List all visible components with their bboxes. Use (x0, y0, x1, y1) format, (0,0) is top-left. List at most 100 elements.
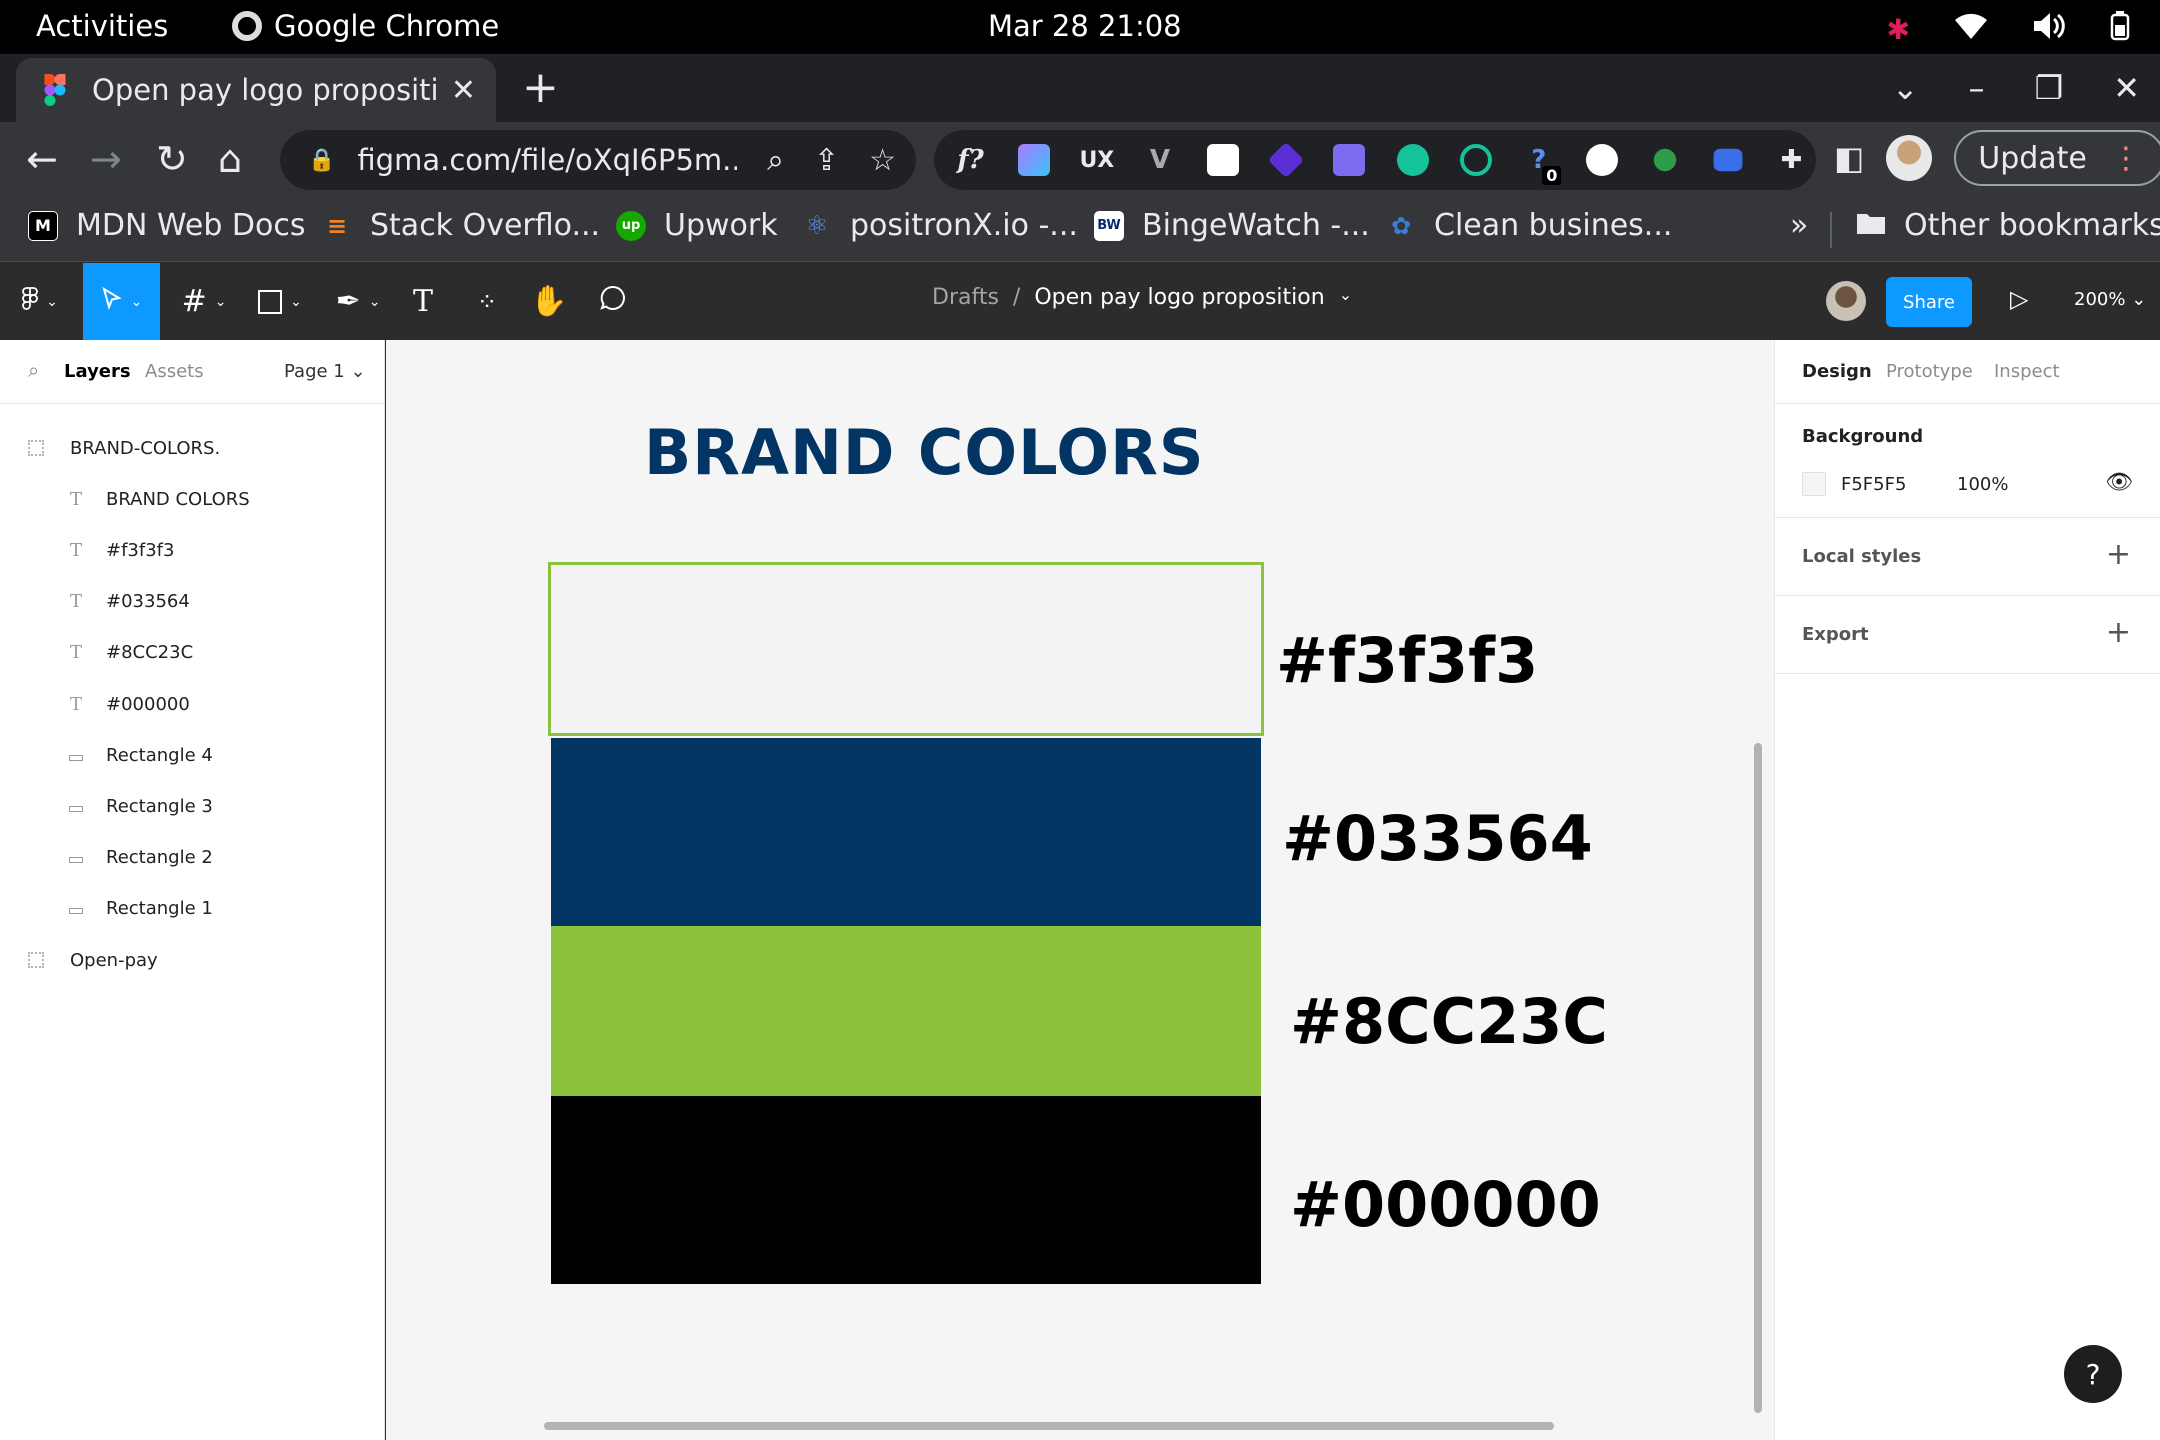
layer-row[interactable]: Rectangle 4 (66, 735, 213, 775)
app-menu[interactable]: Google Chrome (232, 9, 499, 43)
layer-row[interactable]: T #000000 (66, 684, 190, 724)
share-icon[interactable]: ⇪ (814, 143, 839, 178)
color-hex-label[interactable]: #000000 (1290, 1168, 1601, 1241)
vue-devtools-icon[interactable]: V (1135, 135, 1184, 185)
minimize-icon[interactable]: – (1969, 62, 1985, 114)
window-close-icon[interactable]: ✕ (2113, 62, 2140, 114)
maximize-icon[interactable]: ❐ (2035, 62, 2064, 114)
fonts-ninja-extension-icon[interactable]: f? (946, 135, 995, 185)
tab-close-icon[interactable]: ✕ (451, 73, 476, 108)
question-extension-icon[interactable]: ? 0 (1514, 135, 1563, 185)
home-icon[interactable]: ⌂ (218, 134, 242, 184)
bookmark-star-icon[interactable]: ☆ (869, 143, 896, 178)
background-color-swatch[interactable] (1802, 472, 1826, 496)
back-arrow-icon[interactable]: ← (26, 134, 58, 184)
move-tool[interactable]: ⌄ (83, 263, 160, 340)
screen-capture-extension-icon[interactable] (1704, 135, 1753, 185)
page-selector[interactable]: Page 1 ⌄ (284, 361, 366, 382)
shape-tool[interactable]: ⌄ (244, 263, 316, 340)
text-tool[interactable]: T (398, 263, 448, 340)
layer-row[interactable]: BRAND-COLORS. (28, 428, 220, 468)
bookmark-positronx[interactable]: ⚛ positronX.io -... (802, 208, 1078, 243)
color-hex-label[interactable]: #8CC23C (1290, 985, 1608, 1058)
side-panel-icon[interactable]: ◧ (1834, 139, 1864, 177)
grammarly-icon[interactable] (1388, 135, 1437, 185)
help-button[interactable]: ? (2064, 1345, 2122, 1403)
frog-extension-icon[interactable] (1641, 135, 1690, 185)
tab-layers[interactable]: Layers (64, 361, 131, 382)
bookmark-clean-business[interactable]: ✿ Clean busines... (1386, 208, 1672, 243)
address-bar[interactable]: 🔒 figma.com/file/oXqI6P5m... ⌕ ⇪ ☆ (280, 130, 916, 190)
share-button[interactable]: Share (1886, 277, 1972, 327)
paper-plane-extension-icon[interactable] (1199, 135, 1248, 185)
layer-row[interactable]: Open-pay (28, 940, 158, 980)
frame-tool[interactable]: # ⌄ (168, 263, 240, 340)
breadcrumb-drafts[interactable]: Drafts (932, 285, 999, 310)
tab-design[interactable]: Design (1802, 361, 1872, 382)
other-bookmarks[interactable]: Other bookmarks (1856, 208, 2160, 243)
color-swatch-rect[interactable] (551, 1096, 1261, 1284)
canvas[interactable]: BRAND COLORS #f3f3f3 #033564 #8CC23C #00000… (386, 340, 1774, 1440)
pen-tool[interactable]: ✒ ⌄ (322, 263, 394, 340)
forward-arrow-icon[interactable]: → (90, 134, 122, 184)
browser-tab[interactable]: Open pay logo propositio ✕ (16, 58, 496, 122)
zoom-level[interactable]: 200% ⌄ (2074, 289, 2146, 310)
update-button[interactable]: Update ⋮ (1954, 130, 2160, 186)
color-swatch-rect[interactable] (551, 738, 1261, 928)
chevron-down-icon[interactable]: ⌄ (1339, 285, 1352, 310)
tab-inspect[interactable]: Inspect (1994, 361, 2060, 382)
tab-assets[interactable]: Assets (145, 361, 204, 382)
brand-colors-title[interactable]: BRAND COLORS (644, 416, 1205, 489)
activities-button[interactable]: Activities (36, 9, 168, 43)
bookmark-bingewatch[interactable]: BW BingeWatch -... (1094, 208, 1370, 243)
tab-prototype[interactable]: Prototype (1886, 361, 1973, 382)
slack-icon[interactable]: ✱ (1887, 13, 1910, 46)
clock[interactable]: Mar 28 21:08 (988, 9, 1182, 43)
layer-row[interactable]: T #033564 (66, 582, 190, 622)
search-icon[interactable]: ⌕ (28, 358, 39, 382)
layer-row[interactable]: T #f3f3f3 (66, 530, 174, 570)
user-avatar[interactable] (1826, 281, 1866, 321)
present-play-icon[interactable]: ▷ (2010, 285, 2028, 313)
ux-extension-icon[interactable]: UX (1072, 135, 1121, 185)
reload-icon[interactable]: ↻ (156, 134, 188, 184)
comment-tool[interactable] (588, 263, 638, 340)
add-export-icon[interactable]: + (2106, 618, 2131, 648)
bookmark-stackoverflow[interactable]: ≡ Stack Overflo... (322, 208, 600, 243)
lock-icon[interactable]: 🔒 (308, 148, 335, 173)
color-swatch-rect[interactable] (548, 562, 1264, 736)
background-hex[interactable]: F5F5F5 (1841, 474, 1906, 495)
new-tab-icon[interactable]: + (522, 62, 559, 114)
layer-row[interactable]: Rectangle 1 (66, 889, 213, 929)
background-opacity[interactable]: 100% (1957, 474, 2008, 495)
volume-icon[interactable] (2032, 11, 2066, 48)
add-local-style-icon[interactable]: + (2106, 540, 2131, 570)
grid-extension-icon[interactable] (1009, 135, 1058, 185)
profile-avatar[interactable] (1886, 135, 1933, 181)
vertical-scrollbar[interactable] (1754, 743, 1762, 1413)
wifi-icon[interactable] (1954, 12, 1988, 47)
horizontal-scrollbar[interactable] (544, 1422, 1554, 1430)
layer-row[interactable]: Rectangle 3 (66, 786, 213, 826)
eye-icon[interactable]: 👁 (2105, 470, 2133, 495)
loop-extension-icon[interactable] (1451, 135, 1500, 185)
bookmark-mdn[interactable]: M MDN Web Docs (28, 208, 305, 243)
zoom-search-icon[interactable]: ⌕ (767, 143, 784, 178)
layers-extension-icon[interactable] (1262, 135, 1311, 185)
color-swatch-rect[interactable] (551, 926, 1261, 1096)
layer-row[interactable]: T #8CC23C (66, 633, 193, 673)
ghost-extension-icon[interactable] (1577, 135, 1626, 185)
bookmark-upwork[interactable]: up Upwork (616, 208, 778, 243)
system-tray[interactable]: ✱ (1887, 11, 2130, 48)
figma-menu-button[interactable]: ⌄ (0, 263, 80, 340)
color-hex-label[interactable]: #f3f3f3 (1276, 624, 1538, 697)
url-text[interactable]: figma.com/file/oXqI6P5m... (357, 143, 737, 177)
resources-tool[interactable]: ⁘ (462, 263, 512, 340)
file-name[interactable]: Open pay logo proposition (1034, 285, 1324, 310)
bookmarks-overflow-chevron-icon[interactable]: » (1790, 208, 1808, 243)
hand-tool[interactable]: ✋ (524, 263, 574, 340)
color-hex-label[interactable]: #033564 (1282, 802, 1593, 875)
dashboard-extension-icon[interactable] (1325, 135, 1374, 185)
battery-icon[interactable] (2110, 11, 2130, 48)
layer-row[interactable]: Rectangle 2 (66, 838, 213, 878)
